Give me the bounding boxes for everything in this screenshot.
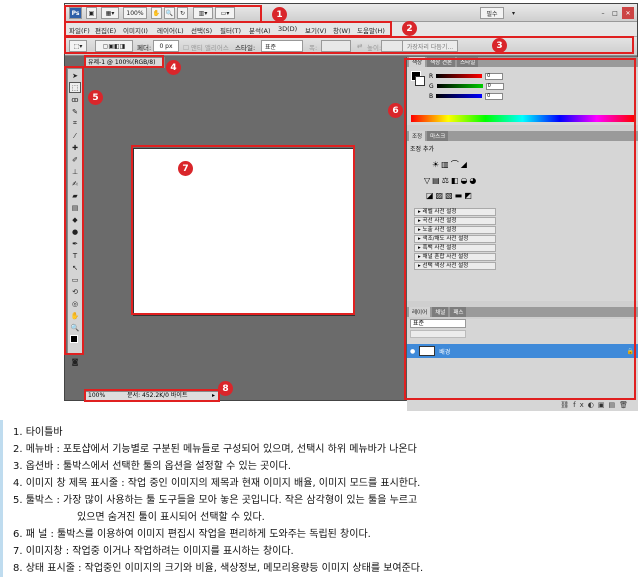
legend-line-3: 3. 옵션바 : 툴박스에서 선택한 툴의 옵션을 설정할 수 있는 곳이다. <box>13 461 291 472</box>
highlight-canvas <box>131 145 355 315</box>
marker-8: 8 <box>218 381 233 396</box>
maximize-icon[interactable]: □ <box>610 7 620 19</box>
marker-2: 2 <box>402 21 417 36</box>
legend-line-4: 4. 이미지 창 제목 표시줄 : 작업 중인 이미지의 제목과 현재 이미지 … <box>13 478 421 489</box>
legend-line-6: 6. 패 널 : 툴박스를 이용하여 이미지 편집시 작업을 편리하게 도와주는… <box>13 529 371 540</box>
quick-mask-icon[interactable]: ◙ <box>69 356 81 367</box>
legend-line-7: 7. 이미지창 : 작업중 이거나 작업하려는 이미지를 표시하는 창이다. <box>13 546 294 557</box>
marker-4: 4 <box>166 60 181 75</box>
marker-1: 1 <box>272 7 287 22</box>
highlight-document-tab <box>84 55 164 68</box>
marker-6: 6 <box>388 103 403 118</box>
highlight-toolbox <box>64 66 84 355</box>
workspace-arrow-icon[interactable]: ▾ <box>509 7 518 19</box>
legend-line-5: 5. 툴박스 : 가장 많이 사용하는 툴 도구들을 모아 놓은 곳입니다. 작… <box>13 495 418 506</box>
workspace-select[interactable]: 필수 <box>480 7 504 19</box>
highlight-menu-bar <box>64 21 392 37</box>
legend-line-5-cont: 있으면 숨겨진 툴이 표시되어 선택할 수 있다. <box>77 512 265 523</box>
legend-line-2: 2. 메뉴바 : 포토샵에서 기능별로 구분된 메뉴들로 구성되어 있으며, 선… <box>13 444 417 455</box>
legend-caption: 1. 타이틀바 2. 메뉴바 : 포토샵에서 기능별로 구분된 메뉴들로 구성되… <box>0 420 642 577</box>
layer-footer-buttons[interactable]: ⛓fx◐▣▤🗑 <box>560 401 632 409</box>
marker-7: 7 <box>178 161 193 176</box>
highlight-options-bar <box>64 36 634 54</box>
minimize-icon[interactable]: – <box>598 7 608 19</box>
workspace-value: 필수 <box>486 10 498 18</box>
close-icon[interactable]: ✕ <box>622 7 634 19</box>
legend-line-1: 1. 타이틀바 <box>13 427 63 438</box>
marker-5: 5 <box>88 90 103 105</box>
highlight-panels <box>404 58 636 400</box>
legend-line-8: 8. 상태 표시줄 : 작업중인 이미지의 크기와 비율, 색상정보, 메모리용… <box>13 563 424 574</box>
highlight-status-bar <box>84 389 220 402</box>
marker-3: 3 <box>492 38 507 53</box>
